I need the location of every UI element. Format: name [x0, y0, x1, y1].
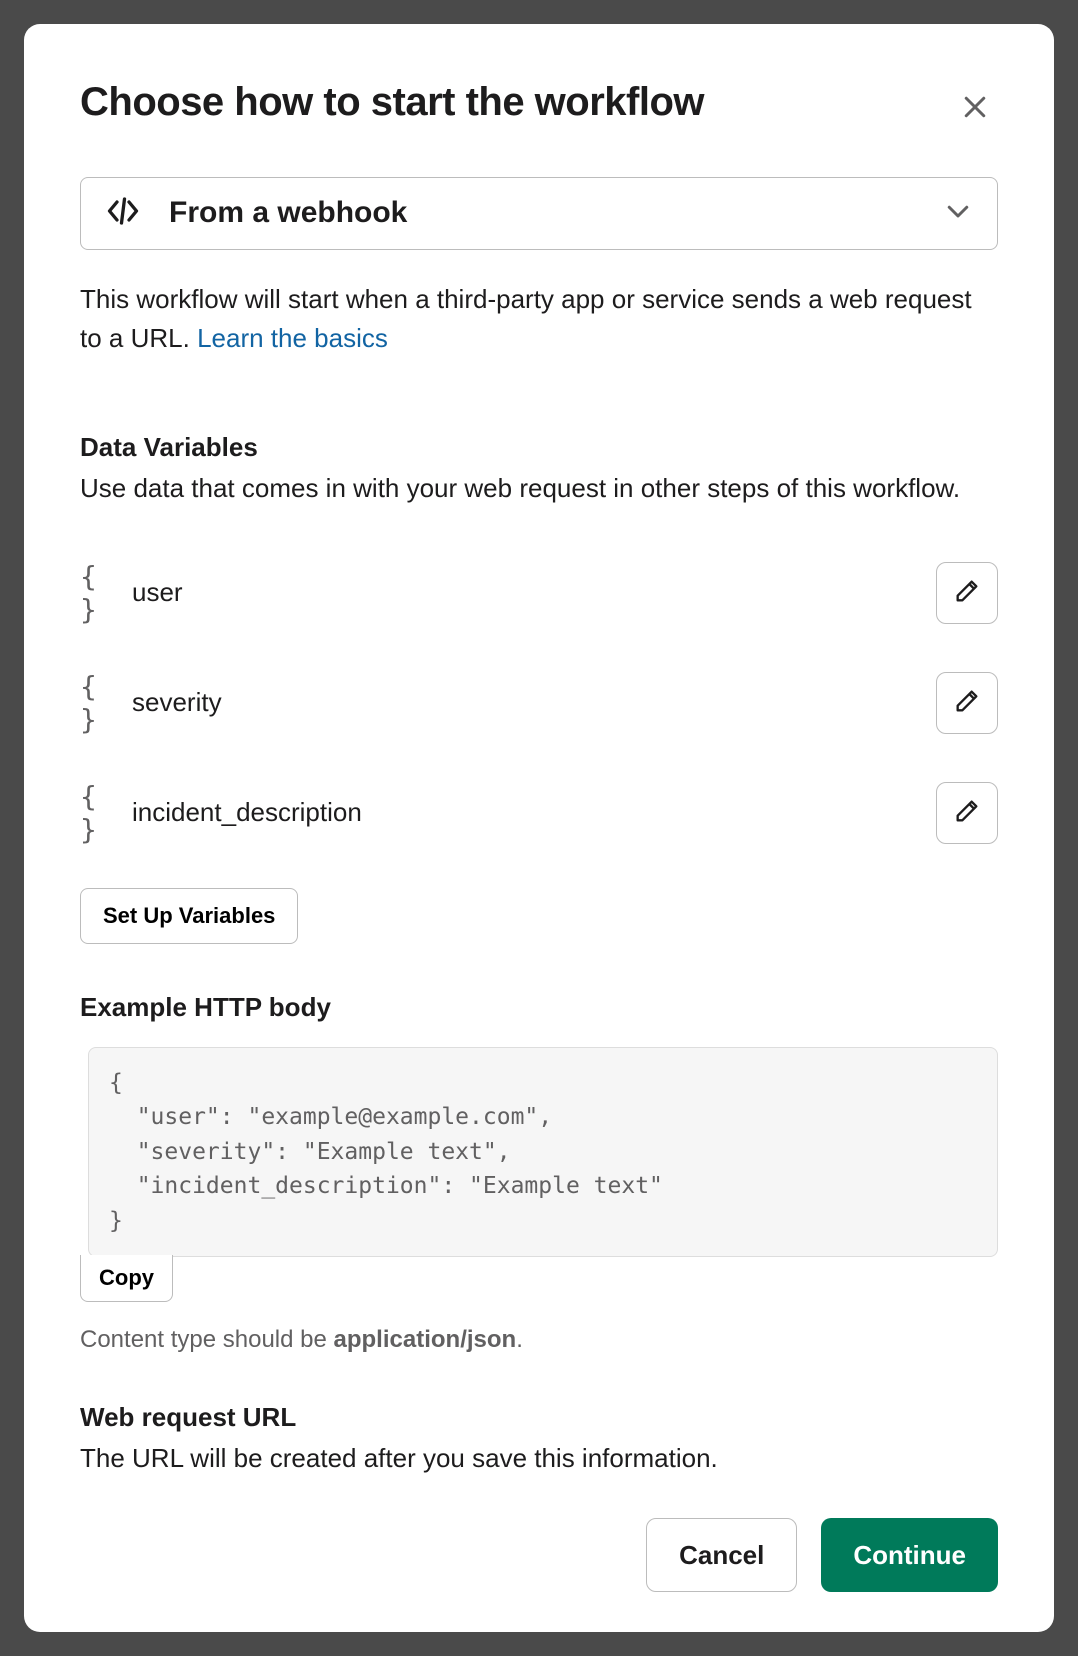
- webhook-icon: [105, 193, 141, 234]
- braces-icon: { }: [80, 560, 120, 626]
- example-http-body-heading: Example HTTP body: [80, 992, 998, 1023]
- variable-row: { } incident_description: [80, 758, 998, 868]
- variable-name: severity: [132, 687, 936, 718]
- edit-variable-button[interactable]: [936, 562, 998, 624]
- braces-icon: { }: [80, 780, 120, 846]
- close-icon: [960, 110, 990, 125]
- copy-button[interactable]: Copy: [80, 1255, 173, 1302]
- data-variables-heading: Data Variables: [80, 432, 998, 463]
- variable-row: { } severity: [80, 648, 998, 758]
- trigger-description: This workflow will start when a third-pa…: [80, 280, 998, 358]
- trigger-type-select[interactable]: From a webhook: [80, 177, 998, 250]
- cancel-button[interactable]: Cancel: [646, 1518, 797, 1592]
- workflow-trigger-modal: Choose how to start the workflow From a …: [24, 24, 1054, 1632]
- content-type-suffix: .: [516, 1326, 523, 1353]
- edit-variable-button[interactable]: [936, 782, 998, 844]
- content-type-prefix: Content type should be: [80, 1326, 334, 1353]
- modal-title: Choose how to start the workflow: [80, 80, 704, 125]
- data-variables-subheading: Use data that comes in with your web req…: [80, 469, 998, 508]
- variable-row: { } user: [80, 538, 998, 648]
- variables-list: { } user { } severity { } incident_descr…: [80, 538, 998, 868]
- web-request-url-text: The URL will be created after you save t…: [80, 1439, 998, 1478]
- trigger-type-label: From a webhook: [169, 196, 943, 230]
- braces-icon: { }: [80, 670, 120, 736]
- continue-button[interactable]: Continue: [821, 1518, 998, 1592]
- setup-variables-button[interactable]: Set Up Variables: [80, 888, 298, 944]
- pencil-icon: [953, 797, 981, 828]
- content-type-note: Content type should be application/json.: [80, 1326, 998, 1354]
- variable-name: user: [132, 577, 936, 608]
- pencil-icon: [953, 687, 981, 718]
- content-type-value: application/json: [334, 1326, 517, 1353]
- edit-variable-button[interactable]: [936, 672, 998, 734]
- modal-footer: Cancel Continue: [80, 1478, 998, 1592]
- learn-basics-link[interactable]: Learn the basics: [197, 323, 388, 353]
- web-request-url-heading: Web request URL: [80, 1402, 998, 1433]
- modal-header: Choose how to start the workflow: [80, 80, 998, 133]
- example-http-body-code: { "user": "example@example.com", "severi…: [88, 1047, 998, 1258]
- variable-name: incident_description: [132, 797, 936, 828]
- close-button[interactable]: [952, 84, 998, 133]
- pencil-icon: [953, 577, 981, 608]
- chevron-down-icon: [943, 196, 973, 231]
